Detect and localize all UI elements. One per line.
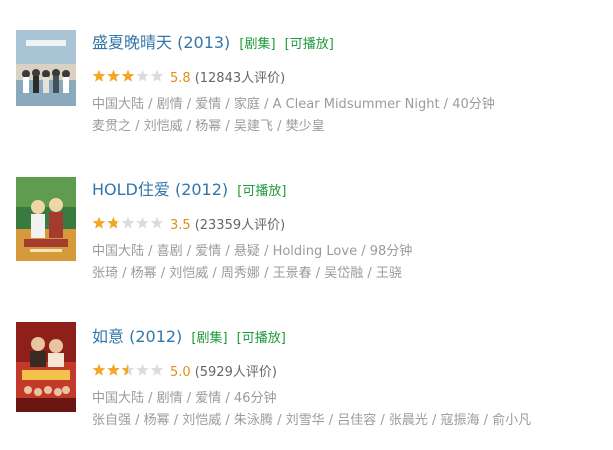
title-line: 如意 (2012) [剧集] [可播放] <box>92 327 286 347</box>
rating-count: (12843人评价) <box>194 71 286 86</box>
poster-image[interactable] <box>16 177 76 261</box>
star-filled-icon <box>121 69 134 82</box>
movie-title-link[interactable]: HOLD住爱 (2012) <box>92 180 228 199</box>
movie-cast: 麦贯之 / 刘恺威 / 杨幂 / 吴建飞 / 樊少皇 <box>92 119 325 134</box>
star-filled-icon <box>92 216 106 229</box>
playable-tag[interactable]: [可播放] <box>237 331 286 346</box>
movie-cast: 张自强 / 杨幂 / 刘恺威 / 朱泳腾 / 刘雪华 / 吕佳容 / 张晨光 /… <box>92 413 532 428</box>
star-filled-icon <box>92 363 106 376</box>
title-line: 盛夏晚晴天 (2013) [剧集] [可播放] <box>92 33 334 53</box>
rating-line: 5.0 (5929人评价) <box>92 363 277 381</box>
movie-cast: 张琦 / 杨幂 / 刘恺威 / 周秀娜 / 王景春 / 吴岱融 / 王骁 <box>92 266 402 281</box>
poster-art <box>16 30 76 106</box>
playable-tag[interactable]: [可播放] <box>237 184 286 199</box>
rating-stars <box>92 69 164 82</box>
star-icon <box>150 216 164 229</box>
star-filled-icon <box>107 363 120 376</box>
star-filled-icon <box>92 69 106 82</box>
movie-title-link[interactable]: 盛夏晚晴天 (2013) <box>92 33 230 52</box>
rating-count: (23359人评价) <box>194 218 286 233</box>
star-icon <box>121 216 135 229</box>
poster-art <box>16 177 76 261</box>
rating-stars <box>92 363 164 376</box>
rating-line: 5.8 (12843人评价) <box>92 69 285 87</box>
star-icon <box>150 363 164 376</box>
movie-meta: 中国大陆 / 剧情 / 爱情 / 家庭 / A Clear Midsummer … <box>92 97 495 112</box>
series-tag[interactable]: [剧集] <box>191 331 227 346</box>
poster-image[interactable] <box>16 322 76 412</box>
playable-tag[interactable]: [可播放] <box>285 37 334 52</box>
rating-line: 3.5 (23359人评价) <box>92 216 285 234</box>
poster-art <box>16 322 76 412</box>
movie-meta: 中国大陆 / 喜剧 / 爱情 / 悬疑 / Holding Love / 98分… <box>92 244 413 259</box>
rating-score: 5.0 <box>170 365 191 380</box>
rating-count: (5929人评价) <box>194 365 277 380</box>
list-item: 如意 (2012) [剧集] [可播放] 5.0 (5929人评价) 中国大陆 /… <box>0 294 613 428</box>
movie-title-link[interactable]: 如意 (2012) <box>92 327 182 346</box>
star-icon <box>136 69 149 82</box>
rating-score: 5.8 <box>170 71 191 86</box>
series-tag[interactable]: [剧集] <box>239 37 275 52</box>
star-icon <box>150 69 164 82</box>
list-item: HOLD住爱 (2012) [可播放] 3.5 (23359人评价) 中国大陆 /… <box>0 147 613 281</box>
rating-score: 3.5 <box>170 218 191 233</box>
rating-stars <box>92 216 164 229</box>
poster-image[interactable] <box>16 30 76 106</box>
star-filled-icon <box>107 69 120 82</box>
movie-meta: 中国大陆 / 剧情 / 爱情 / 46分钟 <box>92 391 277 406</box>
star-icon <box>136 216 149 229</box>
list-item: 盛夏晚晴天 (2013) [剧集] [可播放] 5.8 (12843人评价) 中国… <box>0 0 613 134</box>
star-icon <box>136 363 149 376</box>
title-line: HOLD住爱 (2012) [可播放] <box>92 180 286 200</box>
